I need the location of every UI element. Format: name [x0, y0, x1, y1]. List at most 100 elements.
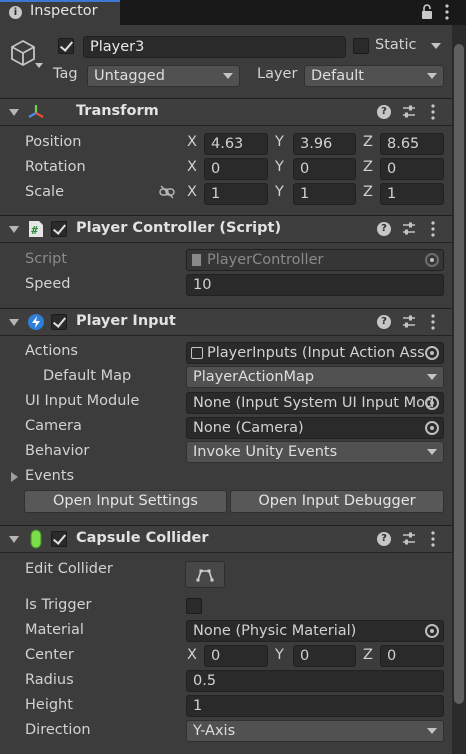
- transform-title: Transform: [76, 103, 159, 119]
- player-input-enabled-checkbox[interactable]: [51, 314, 67, 330]
- is-trigger-checkbox[interactable]: [186, 598, 202, 614]
- object-picker-icon[interactable]: [425, 624, 439, 638]
- preset-sliders-icon[interactable]: [402, 531, 416, 547]
- scale-x-label: X: [187, 184, 197, 200]
- capsule-collider-title: Capsule Collider: [76, 530, 209, 546]
- position-x-label: X: [187, 134, 197, 150]
- foldout-arrow-icon[interactable]: [9, 226, 19, 233]
- material-field[interactable]: None (Physic Material): [186, 620, 444, 642]
- chevron-down-icon: [427, 73, 437, 79]
- layer-dropdown[interactable]: Default: [304, 65, 444, 87]
- help-icon[interactable]: ?: [377, 105, 391, 119]
- camera-field[interactable]: None (Camera): [186, 417, 444, 439]
- scale-y-field[interactable]: 1: [293, 183, 356, 205]
- player-controller-enabled-checkbox[interactable]: [51, 221, 67, 237]
- tag-dropdown[interactable]: Untagged: [87, 65, 240, 87]
- rotation-z-label: Z: [363, 159, 373, 175]
- camera-value: None (Camera): [193, 420, 304, 436]
- ui-input-module-field[interactable]: None (Input System UI Input Mod: [186, 392, 444, 414]
- behavior-label: Behavior: [25, 443, 90, 459]
- object-picker-icon[interactable]: [425, 396, 439, 410]
- scale-x-field[interactable]: 1: [204, 183, 268, 205]
- position-z-field[interactable]: 8.65: [380, 133, 444, 155]
- help-icon[interactable]: ?: [377, 532, 391, 546]
- script-label: Script: [25, 251, 68, 267]
- tag-label: Tag: [53, 66, 78, 82]
- direction-dropdown[interactable]: Y-Axis: [186, 720, 444, 742]
- object-picker-icon[interactable]: [425, 421, 439, 435]
- component-menu-icon[interactable]: [430, 103, 436, 121]
- behavior-value: Invoke Unity Events: [193, 444, 338, 460]
- rotation-y-field[interactable]: 0: [293, 158, 356, 180]
- foldout-arrow-icon[interactable]: [9, 109, 19, 116]
- chevron-down-icon: [427, 728, 437, 734]
- default-map-value: PlayerActionMap: [193, 369, 315, 385]
- default-map-dropdown[interactable]: PlayerActionMap: [186, 366, 444, 388]
- preset-sliders-icon[interactable]: [402, 314, 416, 330]
- foldout-arrow-icon[interactable]: [9, 319, 19, 326]
- radius-label: Radius: [25, 672, 74, 688]
- player-input-title: Player Input: [76, 313, 176, 329]
- behavior-dropdown[interactable]: Invoke Unity Events: [186, 441, 444, 463]
- height-field[interactable]: 1: [186, 695, 444, 717]
- help-icon[interactable]: ?: [377, 222, 391, 236]
- events-label[interactable]: Events: [25, 468, 74, 484]
- speed-label: Speed: [25, 276, 71, 292]
- tab-menu-icon[interactable]: [444, 3, 450, 21]
- scrollbar-thumb[interactable]: [454, 44, 464, 704]
- tab-title: Inspector: [30, 3, 98, 19]
- tab-inspector[interactable]: i Inspector: [0, 0, 120, 25]
- object-name-field[interactable]: Player3: [83, 36, 346, 58]
- scale-y-label: Y: [275, 184, 284, 200]
- icon-dropdown-arrow[interactable]: [35, 63, 43, 68]
- rotation-x-label: X: [187, 159, 197, 175]
- capsule-icon: [30, 529, 42, 549]
- help-icon[interactable]: ?: [377, 315, 391, 329]
- center-z-field[interactable]: 0: [380, 645, 444, 667]
- rotation-z-field[interactable]: 0: [380, 158, 444, 180]
- rotation-y-label: Y: [275, 159, 284, 175]
- position-z-label: Z: [363, 134, 373, 150]
- script-icon: #: [28, 220, 44, 238]
- chevron-down-icon: [427, 374, 437, 380]
- position-y-label: Y: [275, 134, 284, 150]
- static-dropdown-arrow[interactable]: [431, 43, 441, 49]
- component-menu-icon[interactable]: [430, 530, 436, 548]
- player-controller-title: Player Controller (Script): [76, 220, 282, 236]
- tag-value: Untagged: [94, 68, 165, 84]
- open-input-settings-button[interactable]: Open Input Settings: [24, 490, 227, 513]
- edit-collider-button[interactable]: [185, 561, 225, 588]
- cube-icon: [8, 38, 38, 68]
- center-x-label: X: [187, 647, 197, 663]
- chevron-down-icon: [427, 449, 437, 455]
- layer-value: Default: [311, 68, 364, 84]
- ui-input-module-label: UI Input Module: [25, 393, 140, 409]
- active-checkbox[interactable]: [58, 38, 74, 54]
- link-icon[interactable]: [159, 185, 175, 199]
- scale-z-field[interactable]: 1: [380, 183, 444, 205]
- center-y-label: Y: [275, 647, 284, 663]
- position-y-field[interactable]: 3.96: [293, 133, 356, 155]
- rotation-x-field[interactable]: 0: [204, 158, 268, 180]
- static-checkbox[interactable]: [353, 38, 369, 54]
- actions-field[interactable]: PlayerInputs (Input Action Ass: [186, 342, 444, 364]
- foldout-arrow-icon[interactable]: [9, 536, 19, 543]
- component-menu-icon[interactable]: [430, 313, 436, 331]
- speed-field[interactable]: 10: [186, 274, 444, 296]
- object-picker-icon[interactable]: [425, 346, 439, 360]
- lock-icon[interactable]: [421, 4, 433, 20]
- preset-sliders-icon[interactable]: [402, 104, 416, 120]
- center-y-field[interactable]: 0: [293, 645, 356, 667]
- component-menu-icon[interactable]: [430, 220, 436, 238]
- actions-value: PlayerInputs (Input Action Ass: [207, 345, 425, 361]
- capsule-collider-enabled-checkbox[interactable]: [51, 531, 67, 547]
- open-input-debugger-button[interactable]: Open Input Debugger: [230, 490, 444, 513]
- events-foldout-icon[interactable]: [11, 472, 18, 482]
- position-x-field[interactable]: 4.63: [204, 133, 268, 155]
- lightning-icon: [27, 313, 45, 331]
- edit-collider-label: Edit Collider: [25, 561, 113, 577]
- material-label: Material: [25, 622, 84, 638]
- radius-field[interactable]: 0.5: [186, 670, 444, 692]
- center-x-field[interactable]: 0: [204, 645, 268, 667]
- preset-sliders-icon[interactable]: [402, 221, 416, 237]
